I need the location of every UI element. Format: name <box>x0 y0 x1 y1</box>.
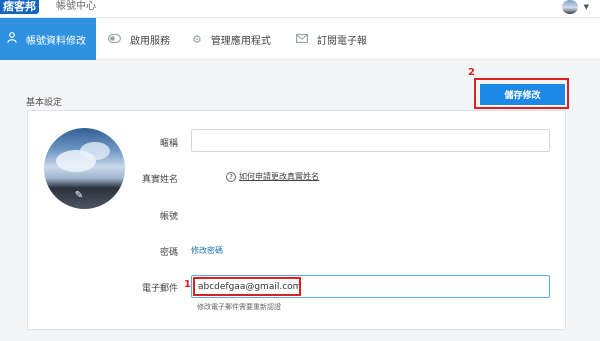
toggle-icon <box>108 33 121 46</box>
tab-account-settings[interactable]: 帳號資料修改 <box>0 18 96 60</box>
nickname-input[interactable] <box>191 129 550 152</box>
change-password-link[interactable]: 修改密碼 <box>191 245 223 256</box>
user-icon <box>7 32 17 46</box>
tab-enable-services[interactable]: 啟用服務 <box>108 18 170 60</box>
mail-icon <box>296 33 308 46</box>
main-nav: 帳號資料修改 啟用服務 ⚙ 管理應用程式 訂閱電子報 <box>0 17 600 60</box>
tab-label: 管理應用程式 <box>210 35 271 47</box>
tab-label: 啟用服務 <box>130 35 170 47</box>
password-label: 密碼 <box>159 248 178 258</box>
tab-newsletter[interactable]: 訂閱電子報 <box>296 18 367 60</box>
annotation-marker-2: 2 <box>468 67 475 78</box>
tab-label: 訂閱電子報 <box>317 35 367 47</box>
annotation-highlight-email <box>193 277 301 296</box>
nickname-label: 暱稱 <box>159 139 178 149</box>
chevron-down-icon[interactable]: ▼ <box>584 3 589 11</box>
tab-label: 帳號資料修改 <box>26 35 86 47</box>
section-title: 基本設定 <box>26 98 63 108</box>
user-avatar[interactable] <box>562 0 578 14</box>
pencil-icon[interactable]: ✎ <box>73 190 85 202</box>
save-button[interactable]: 儲存修改 <box>480 84 565 105</box>
help-text: 如何申請更改真實姓名 <box>239 172 319 181</box>
email-label: 電子郵件 <box>141 284 178 294</box>
top-bar: 痞客邦 帳號中心 ▼ <box>0 0 600 17</box>
pixnet-logo[interactable]: 痞客邦 <box>0 0 39 14</box>
app-title: 帳號中心 <box>56 1 96 12</box>
email-note: 修改電子郵件需要重新認證 <box>197 303 281 311</box>
realname-help-link[interactable]: ? 如何申請更改真實姓名 <box>226 171 319 182</box>
question-icon: ? <box>226 171 236 182</box>
gear-icon: ⚙ <box>192 32 202 46</box>
account-label: 帳號 <box>159 212 178 222</box>
tab-manage-apps[interactable]: ⚙ 管理應用程式 <box>192 18 271 60</box>
realname-label: 真實姓名 <box>141 175 178 185</box>
annotation-marker-1: 1 <box>184 279 191 290</box>
